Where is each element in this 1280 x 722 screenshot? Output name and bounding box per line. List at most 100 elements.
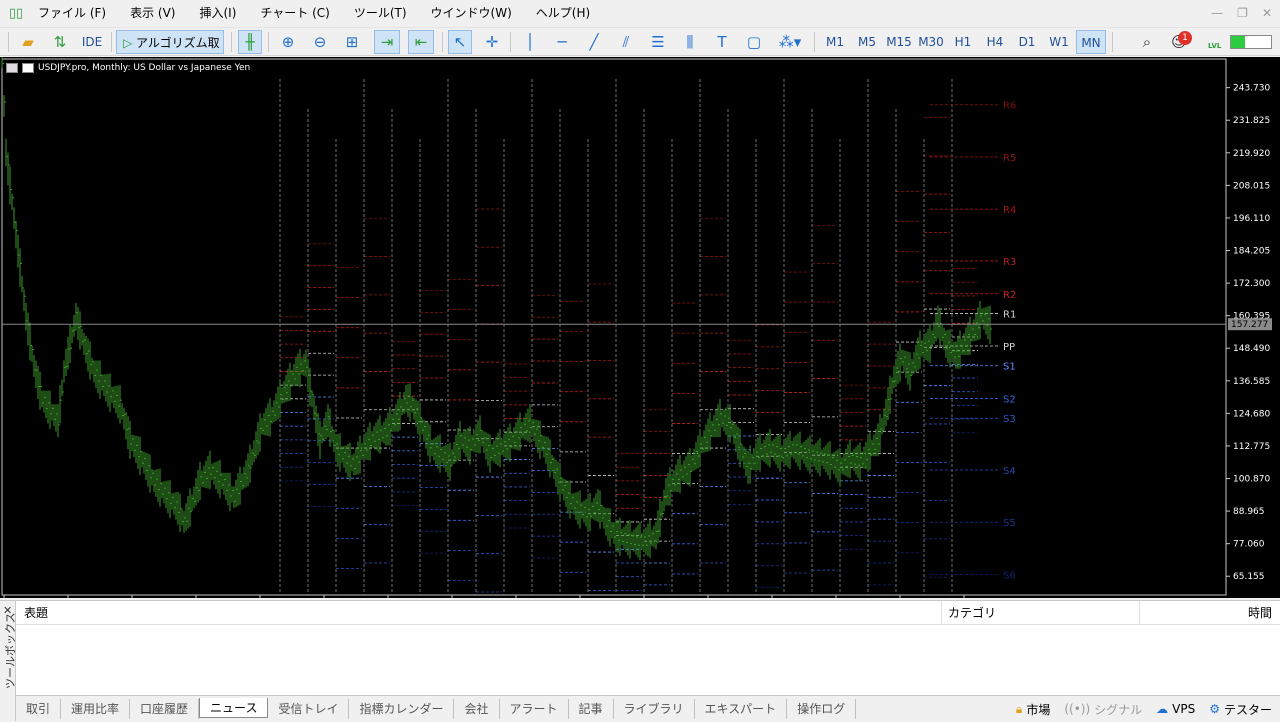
menu-window[interactable]: ウインドウ(W) bbox=[419, 0, 524, 27]
search-icon[interactable]: ⌕ bbox=[1136, 30, 1158, 54]
tester-button[interactable]: ⚙ テスター bbox=[1209, 701, 1272, 718]
price-tick-label: 219.920 bbox=[1233, 149, 1270, 159]
chart-shift-icon[interactable]: ⇤ bbox=[408, 30, 434, 54]
status-area: 🔒︎ 市場 ((•)) シグナル ☁ VPS ⚙ テスター bbox=[1016, 696, 1272, 722]
price-tick-label: 172.300 bbox=[1233, 279, 1270, 289]
pivot-label-r1: R1 bbox=[1003, 309, 1016, 320]
signal-button[interactable]: ((•)) シグナル bbox=[1064, 701, 1142, 718]
bar-chart-icon[interactable]: ╫ bbox=[238, 30, 262, 54]
cloud-icon: ☁ bbox=[1156, 702, 1169, 716]
fibonacci-icon[interactable]: ☰ bbox=[646, 30, 670, 54]
pivot-label-s5: S5 bbox=[1003, 518, 1016, 529]
price-chart[interactable]: R6 R5 R4 R3 R2 R1 PP S1 S2 S3 S4 S5 S6 243.730 231.825… bbox=[0, 57, 1280, 610]
column-time[interactable]: 時間 bbox=[1140, 601, 1280, 625]
lock-icon: 🔒︎ bbox=[1015, 701, 1023, 716]
tester-label: テスター bbox=[1223, 702, 1272, 717]
column-category[interactable]: カテゴリ bbox=[942, 601, 1140, 625]
chart-type-icon bbox=[22, 63, 34, 73]
lvl-label: LVL bbox=[1208, 42, 1222, 50]
tab-2[interactable]: 口座履歴 bbox=[130, 698, 200, 719]
tab-8[interactable]: 記事 bbox=[569, 698, 614, 719]
timeframe-h1[interactable]: H1 bbox=[948, 30, 978, 54]
menu-bar: ▯▯ ファイル (F) 表示 (V) 挿入(I) チャート (C) ツール(T)… bbox=[0, 0, 1280, 27]
horizontal-line-icon[interactable]: ─ bbox=[550, 30, 574, 54]
price-tick-label: 208.015 bbox=[1233, 181, 1270, 191]
connection-bar-icon bbox=[1230, 35, 1272, 49]
zoom-out-icon[interactable]: ⊖ bbox=[308, 30, 332, 54]
tab-5[interactable]: 指標カレンダー bbox=[349, 698, 455, 719]
ide-button[interactable]: IDE bbox=[78, 30, 106, 54]
price-tick-label: 184.205 bbox=[1233, 247, 1270, 257]
timeframe-m1[interactable]: M1 bbox=[820, 30, 850, 54]
open-folder-icon[interactable]: ▰ bbox=[16, 30, 40, 54]
new-order-icon[interactable]: ⇅ bbox=[48, 30, 72, 54]
timeframe-w1[interactable]: W1 bbox=[1044, 30, 1074, 54]
notification-badge: 1 bbox=[1178, 31, 1192, 45]
channel-icon[interactable]: ⫽ bbox=[614, 30, 638, 54]
trendline-icon[interactable]: ╱ bbox=[582, 30, 606, 54]
pivot-label-r2: R2 bbox=[1003, 290, 1016, 301]
timeframe-d1[interactable]: D1 bbox=[1012, 30, 1042, 54]
price-tick-label: 88.965 bbox=[1233, 507, 1265, 517]
chart-menu-icon[interactable] bbox=[6, 63, 18, 73]
timeframe-m5[interactable]: M5 bbox=[852, 30, 882, 54]
chart-window[interactable]: R6 R5 R4 R3 R2 R1 PP S1 S2 S3 S4 S5 S6 243.730 231.825… bbox=[0, 57, 1280, 610]
price-tick-label: 65.155 bbox=[1233, 572, 1265, 582]
pivot-label-r3: R3 bbox=[1003, 257, 1016, 268]
tab-4[interactable]: 受信トレイ bbox=[268, 698, 350, 719]
price-tick-label: 148.490 bbox=[1233, 344, 1270, 354]
play-icon: ▷ bbox=[123, 36, 137, 50]
price-tick-label: 100.870 bbox=[1233, 475, 1270, 485]
column-subject[interactable]: 表題 bbox=[16, 601, 942, 625]
tab-0[interactable]: 取引 bbox=[16, 698, 62, 719]
toolbox-panel: ✕ ツールボックス 表題 カテゴリ 時間 取引 運用比率 口座履歴 ニュース 受信トレイ… bbox=[0, 600, 1280, 722]
cursor-icon[interactable]: ↖ bbox=[448, 30, 472, 54]
menu-view[interactable]: 表示 (V) bbox=[118, 0, 187, 27]
algo-trading-button[interactable]: ▷ アルゴリズム取引 bbox=[116, 30, 224, 74]
tab-3[interactable]: ニュース bbox=[199, 697, 269, 718]
timeframe-m15[interactable]: M15 bbox=[884, 30, 914, 54]
zoom-in-icon[interactable]: ⊕ bbox=[276, 30, 300, 54]
menu-insert[interactable]: 挿入(I) bbox=[187, 0, 248, 27]
pivot-label-s6: S6 bbox=[1003, 570, 1016, 581]
crosshair-icon[interactable]: ✛ bbox=[480, 30, 504, 54]
tab-1[interactable]: 運用比率 bbox=[61, 698, 131, 719]
pitchfork-icon[interactable]: ⫼ bbox=[678, 30, 702, 54]
tab-7[interactable]: アラート bbox=[500, 698, 569, 719]
market-button[interactable]: 🔒︎ 市場 bbox=[1016, 701, 1050, 718]
tester-icon: ⚙ bbox=[1209, 702, 1220, 716]
tab-11[interactable]: 操作ログ bbox=[787, 698, 857, 719]
price-tick-label: 112.775 bbox=[1233, 442, 1270, 452]
tile-windows-icon[interactable]: ⊞ bbox=[340, 30, 364, 54]
minimize-icon[interactable]: — bbox=[1211, 6, 1223, 20]
vps-button[interactable]: ☁ VPS bbox=[1156, 702, 1195, 716]
menu-file[interactable]: ファイル (F) bbox=[26, 0, 118, 27]
signal-label: シグナル bbox=[1094, 702, 1143, 717]
text-tool-icon[interactable]: T bbox=[710, 30, 734, 54]
tab-6[interactable]: 会社 bbox=[454, 698, 500, 719]
pivot-label-r5: R5 bbox=[1003, 153, 1016, 164]
vertical-line-icon[interactable]: │ bbox=[518, 30, 542, 54]
menu-tools[interactable]: ツール(T) bbox=[342, 0, 419, 27]
pivot-label-pp: PP bbox=[1003, 342, 1015, 353]
close-icon[interactable]: ✕ bbox=[1262, 6, 1272, 20]
rectangle-icon[interactable]: ▢ bbox=[742, 30, 766, 54]
auto-scroll-icon[interactable]: ⇥ bbox=[374, 30, 400, 54]
menu-chart[interactable]: チャート (C) bbox=[248, 0, 341, 27]
price-tick-label: 77.060 bbox=[1233, 540, 1265, 550]
pivot-label-s3: S3 bbox=[1003, 414, 1016, 425]
shapes-dropdown-icon[interactable]: ⁂▾ bbox=[772, 30, 808, 54]
timeframe-m30[interactable]: M30 bbox=[916, 30, 946, 54]
price-tick-label: 124.680 bbox=[1233, 409, 1270, 419]
menu-help[interactable]: ヘルプ(H) bbox=[524, 0, 602, 27]
restore-icon[interactable]: ❐ bbox=[1237, 6, 1248, 20]
price-tick-label: 243.730 bbox=[1233, 84, 1270, 94]
toolbar: ▰ ⇅ IDE ▷ アルゴリズム取引 ╫ ⊕ ⊖ ⊞ ⇥ ⇤ ↖ ✛ │ ─ ╱… bbox=[0, 27, 1280, 74]
tab-10[interactable]: エキスパート bbox=[695, 698, 788, 719]
timeframe-mn[interactable]: MN bbox=[1076, 30, 1106, 54]
timeframe-h4[interactable]: H4 bbox=[980, 30, 1010, 54]
tab-9[interactable]: ライブラリ bbox=[614, 698, 695, 719]
app-logo-icon: ▯▯ bbox=[8, 6, 24, 21]
market-label: 市場 bbox=[1026, 702, 1051, 717]
price-tick-label: 231.825 bbox=[1233, 116, 1270, 126]
